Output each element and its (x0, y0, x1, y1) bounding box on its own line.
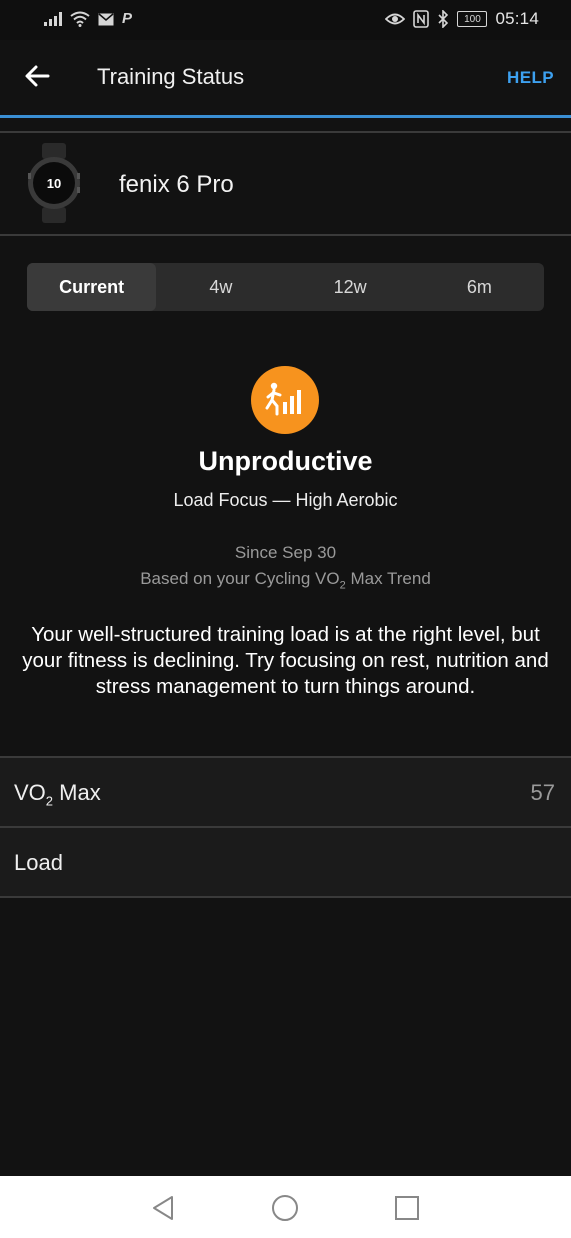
load-row[interactable]: Load (0, 826, 571, 898)
help-button[interactable]: HELP (507, 68, 554, 88)
nfc-icon (413, 10, 430, 28)
parking-icon: P (122, 10, 133, 27)
vo2max-value: 57 (530, 780, 555, 805)
status-title: Unproductive (198, 446, 373, 476)
tab-12w[interactable]: 12w (286, 263, 415, 311)
divider (0, 234, 571, 236)
vo2max-label: VO2 Max (14, 780, 101, 809)
status-left-icons: P (44, 10, 132, 28)
based-on-text: Based on your Cycling VO2 Max Trend (140, 569, 431, 592)
wifi-icon (70, 11, 90, 27)
unproductive-icon (265, 382, 301, 416)
period-tabs: Current 4w 12w 6m (27, 263, 544, 311)
load-label: Load (14, 850, 63, 875)
device-row[interactable]: 10 fenix 6 Pro (0, 133, 571, 234)
battery-icon: 100 (457, 11, 488, 27)
bluetooth-icon (438, 10, 449, 28)
appbar-accent-line (0, 115, 571, 118)
load-focus: Load Focus — High Aerobic (173, 490, 398, 510)
back-arrow-icon[interactable] (24, 62, 52, 90)
tab-6m[interactable]: 6m (415, 263, 544, 311)
metric-list: VO2 Max 57 Load (0, 756, 571, 898)
status-bar: P 100 05:14 (0, 0, 571, 40)
watch-image: 10 (28, 143, 80, 223)
vo2max-row[interactable]: VO2 Max 57 (0, 756, 571, 826)
app-bar: Training Status HELP (0, 40, 571, 116)
tab-current[interactable]: Current (27, 263, 157, 311)
status-time: 05:14 (495, 9, 539, 28)
nav-back-icon[interactable] (150, 1194, 178, 1222)
nav-recents-icon[interactable] (393, 1194, 421, 1222)
nav-home-icon[interactable] (271, 1194, 299, 1222)
since-date: Since Sep 30 (234, 543, 337, 562)
mail-icon (98, 12, 114, 25)
training-status-icon (251, 366, 319, 434)
status-right-icons: 100 05:14 (385, 9, 539, 29)
page-title: Training Status (97, 64, 245, 89)
tab-4w[interactable]: 4w (156, 263, 285, 311)
eye-icon (385, 13, 406, 25)
watch-face-text: 10 (47, 176, 61, 191)
device-name: fenix 6 Pro (119, 171, 234, 198)
status-description: Your well-structured training load is at… (22, 623, 549, 698)
signal-icon (44, 12, 62, 26)
system-nav-bar (0, 1176, 571, 1238)
